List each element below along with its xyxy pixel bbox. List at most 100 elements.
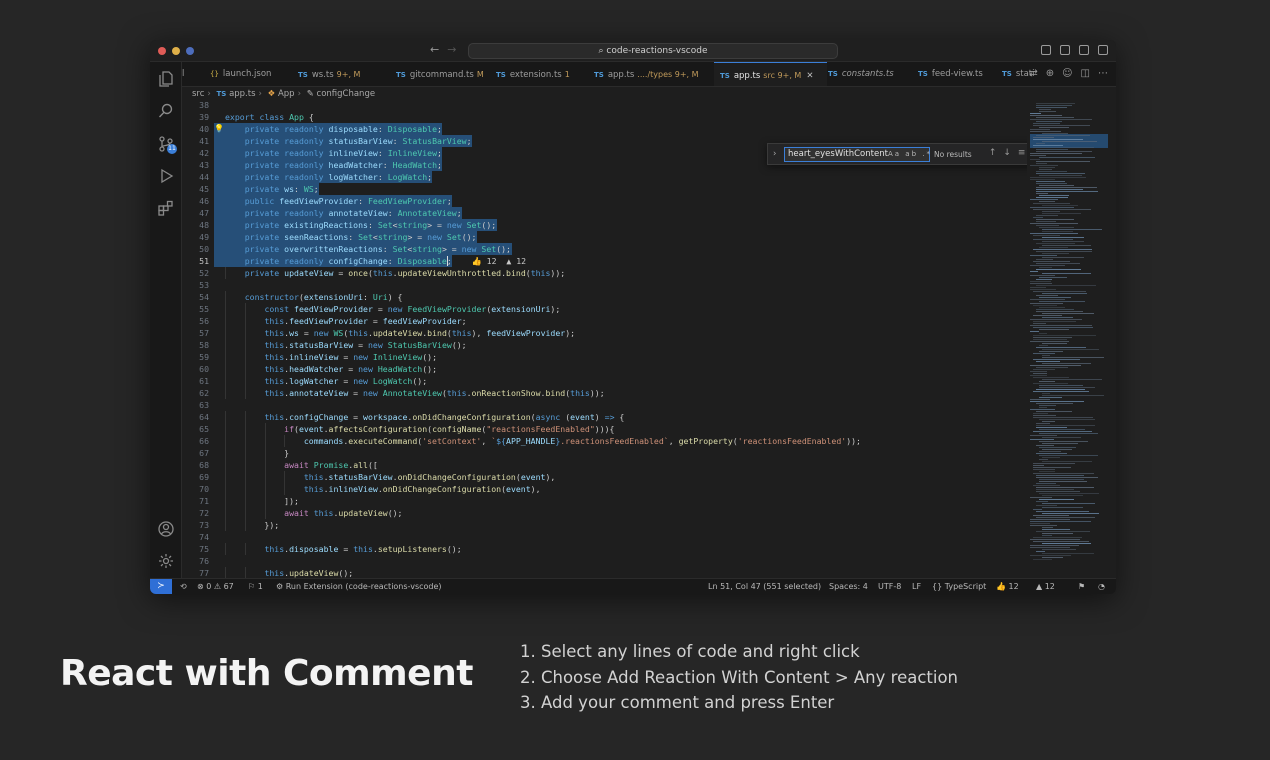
tab-ws-ts[interactable]: TS ws.ts 9+, M [298,62,360,86]
code-line[interactable]: 76 [182,555,1027,567]
code-line[interactable]: 70 this.inlineView.onDidChangeConfigurat… [182,483,1027,495]
debug-launch-config[interactable]: ⚙ Run Extension (code-reactions-vscode) [276,579,442,594]
code-line[interactable]: 75 this.disposable = this.setupListeners… [182,543,1027,555]
command-center[interactable]: ⌕ code-reactions-vscode [468,43,838,59]
close-window-button[interactable] [158,47,166,55]
encoding[interactable]: UTF-8 [878,579,901,594]
code-line[interactable]: 39 export class App { [182,111,1027,123]
explorer-icon[interactable] [157,70,175,88]
breadcrumb-folder[interactable]: src [192,89,204,99]
code-line[interactable]: 68 await Promise.all([ [182,459,1027,471]
breadcrumb-file[interactable]: app.ts [229,89,255,99]
cursor-position[interactable]: Ln 51, Col 47 (551 selected) [708,579,821,594]
tab-launch-json[interactable]: {} launch.json [210,62,271,86]
accounts-status-icon[interactable]: ⚑ [1078,579,1085,594]
tab-app-ts-types[interactable]: TS app.ts ..../types 9+, M [594,62,699,86]
code-line[interactable]: 77 this.updateView(); [182,567,1027,578]
code-line[interactable]: 61 this.logWatcher = new LogWatch(); [182,375,1027,387]
more-actions-icon[interactable]: ⋯ [1098,68,1108,79]
indentation[interactable]: Spaces: 4 [829,579,868,594]
open-changes-icon[interactable]: ⊕ [1046,68,1054,79]
code-line[interactable]: 58 this.statusBarView = new StatusBarVie… [182,339,1027,351]
code-line[interactable]: 55 const feedViewProvider = new FeedView… [182,303,1027,315]
thumbs-up-reaction-count[interactable]: 👍 12 [996,579,1019,594]
code-line[interactable]: 66 commands.executeCommand('setContext',… [182,435,1027,447]
ports-count[interactable]: ⚐ 1 [248,579,263,594]
code-line[interactable]: 65 if(event.affectsConfiguration(configN… [182,423,1027,435]
toggle-secondary-sidebar-icon[interactable] [1079,45,1089,55]
end-of-line[interactable]: LF [912,579,921,594]
toggle-panel-icon[interactable] [1060,45,1070,55]
code-line[interactable]: 52 private updateView = once(this.update… [182,267,1027,279]
run-and-debug-icon[interactable] [157,167,175,185]
code-line[interactable]: 51 private readonly configChange: Dispos… [182,255,1027,267]
code-line[interactable]: 60 this.headWatcher = new HeadWatch(); [182,363,1027,375]
minimap-line [1036,269,1081,270]
minimap-line [1042,231,1073,232]
code-line[interactable]: 38 [182,101,1027,111]
live-share-icon[interactable]: ⟲ [180,579,187,594]
search-icon[interactable] [157,102,175,120]
tab-extension-ts[interactable]: TS extension.ts 1 [496,62,570,86]
code-line[interactable]: 57 this.ws = new WS(this.updateView.bind… [182,327,1027,339]
tab-constants-ts[interactable]: TS constants.ts [828,62,894,86]
zoom-window-button[interactable] [186,47,194,55]
forward-arrow-icon[interactable]: → [447,43,456,56]
problems-count[interactable]: ⊗ 0 ⚠ 67 [197,579,234,594]
code-line[interactable]: 72 await this.updateView(); [182,507,1027,519]
minimap-line [1042,317,1073,318]
toggle-sidebar-icon[interactable] [1041,45,1051,55]
language-mode[interactable]: {} TypeScript [932,579,986,594]
close-tab-icon[interactable]: ✕ [806,71,813,81]
code-line[interactable]: 53 [182,279,1027,291]
code-line[interactable]: 45 private ws: WS; [182,183,1027,195]
code-editor[interactable]: › heart_eyesWithContent Aa ab .* No resu… [182,101,1027,578]
code-line[interactable]: 56 this.feedViewProvider = feedViewProvi… [182,315,1027,327]
code-line[interactable]: 41 private readonly statusBarView: Statu… [182,135,1027,147]
code-line[interactable]: 54 constructor(extensionUri: Uri) { [182,291,1027,303]
alert-reaction-count[interactable]: ▲ 12 [1036,579,1055,594]
tab-app-ts-src[interactable]: TS app.ts src 9+, M ✕ [714,62,828,86]
reaction-icon[interactable]: ☺ [1062,68,1072,79]
code-line[interactable]: 42 private readonly inlineView: InlineVi… [182,147,1027,159]
code-line[interactable]: 47 private readonly annotateView: Annota… [182,207,1027,219]
code-line[interactable]: 71 ]); [182,495,1027,507]
remote-indicator-icon[interactable]: ≻ [150,579,172,594]
lightbulb-icon[interactable]: 💡 [214,123,224,135]
code-line[interactable]: 43 private readonly headWatcher: HeadWat… [182,159,1027,171]
code-line[interactable]: 48 private existingReactions: Set<string… [182,219,1027,231]
split-editor-icon[interactable]: ◫ [1081,68,1090,79]
code-line[interactable]: 69 this.statusBarView.onDidChangeConfigu… [182,471,1027,483]
code-line[interactable]: 74 [182,531,1027,543]
minimize-window-button[interactable] [172,47,180,55]
minimap-line [1042,457,1060,458]
breadcrumb-member[interactable]: configChange [317,89,376,99]
extensions-icon[interactable] [157,199,175,217]
back-arrow-icon[interactable]: ← [430,43,439,56]
tab-truncated[interactable]: l [182,62,184,86]
tab-feed-view-ts[interactable]: TS feed-view.ts [918,62,983,86]
breadcrumb-class[interactable]: App [278,89,295,99]
code-line[interactable]: 64 this.configChange = workspace.onDidCh… [182,411,1027,423]
minimap-line [1042,293,1087,294]
code-line[interactable]: 46 public feedViewProvider: FeedViewProv… [182,195,1027,207]
minimap-line [1030,401,1085,402]
code-line[interactable]: 44 private readonly logWatcher: LogWatch… [182,171,1027,183]
customize-layout-icon[interactable] [1098,45,1108,55]
source-control-icon[interactable]: 11 [157,135,177,154]
code-line[interactable]: 40 private readonly disposable: Disposab… [182,123,1027,135]
code-line[interactable]: 49 private seenReactions: Set<string> = … [182,231,1027,243]
code-line[interactable]: 50 private overwrittenReactions: Set<str… [182,243,1027,255]
accounts-icon[interactable] [157,520,175,538]
code-line[interactable]: 63 [182,399,1027,411]
git-compare-icon[interactable]: ⇄ [1029,68,1037,79]
code-line[interactable]: 73 }); [182,519,1027,531]
code-line[interactable]: 67 } [182,447,1027,459]
tab-gitcommand-ts[interactable]: TS gitcommand.ts M [396,62,484,86]
code-line[interactable]: 59 this.inlineView = new InlineView(); [182,351,1027,363]
manage-gear-icon[interactable] [157,552,175,570]
code-line[interactable]: 62 this.annotateView = new AnnotateView(… [182,387,1027,399]
inline-reactions[interactable]: 👍 12 ▲ 12 [452,256,527,266]
notifications-bell-icon[interactable]: ◔ [1098,579,1105,594]
minimap[interactable] [1027,101,1116,578]
